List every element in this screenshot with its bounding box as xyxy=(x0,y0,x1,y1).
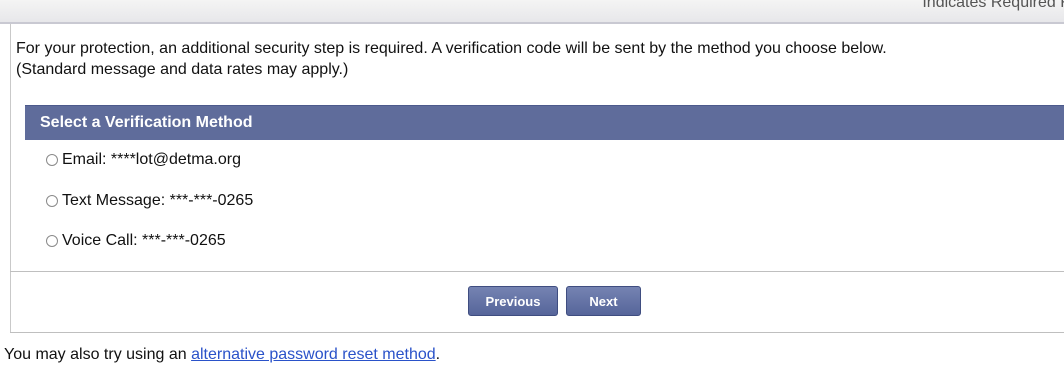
divider-bottom xyxy=(10,332,1064,333)
option-voice-call[interactable]: Voice Call: ***-***-0265 xyxy=(46,231,226,251)
intro-text: For your protection, an additional secur… xyxy=(16,38,1056,80)
divider-top xyxy=(10,271,1064,272)
intro-line-2: (Standard message and data rates may app… xyxy=(16,61,349,78)
voice-call-radio[interactable] xyxy=(46,235,58,247)
section-title: Select a Verification Method xyxy=(40,114,253,131)
top-header-strip: Indicates Required F xyxy=(0,0,1064,24)
previous-button[interactable]: Previous xyxy=(468,286,558,316)
email-radio[interactable] xyxy=(46,154,58,166)
option-text-message-label: Text Message: ***-***-0265 xyxy=(62,192,254,209)
required-fields-note: Indicates Required F xyxy=(922,0,1064,11)
option-email[interactable]: Email: ****lot@detma.org xyxy=(46,150,241,170)
verification-method-header: Select a Verification Method xyxy=(25,105,1064,140)
option-voice-call-label: Voice Call: ***-***-0265 xyxy=(62,232,226,249)
verification-page: Indicates Required F For your protection… xyxy=(0,0,1064,375)
left-frame-line xyxy=(10,24,11,332)
option-email-label: Email: ****lot@detma.org xyxy=(62,151,241,168)
intro-line-1: For your protection, an additional secur… xyxy=(16,40,887,57)
footer-prefix: You may also try using an xyxy=(4,346,192,363)
option-text-message[interactable]: Text Message: ***-***-0265 xyxy=(46,191,253,211)
footer-suffix: . xyxy=(435,346,441,363)
alternative-reset-link[interactable]: alternative password reset method xyxy=(191,346,436,363)
footer-text: You may also try using an alternative pa… xyxy=(4,346,440,364)
next-button[interactable]: Next xyxy=(566,286,641,316)
text-message-radio[interactable] xyxy=(46,195,58,207)
